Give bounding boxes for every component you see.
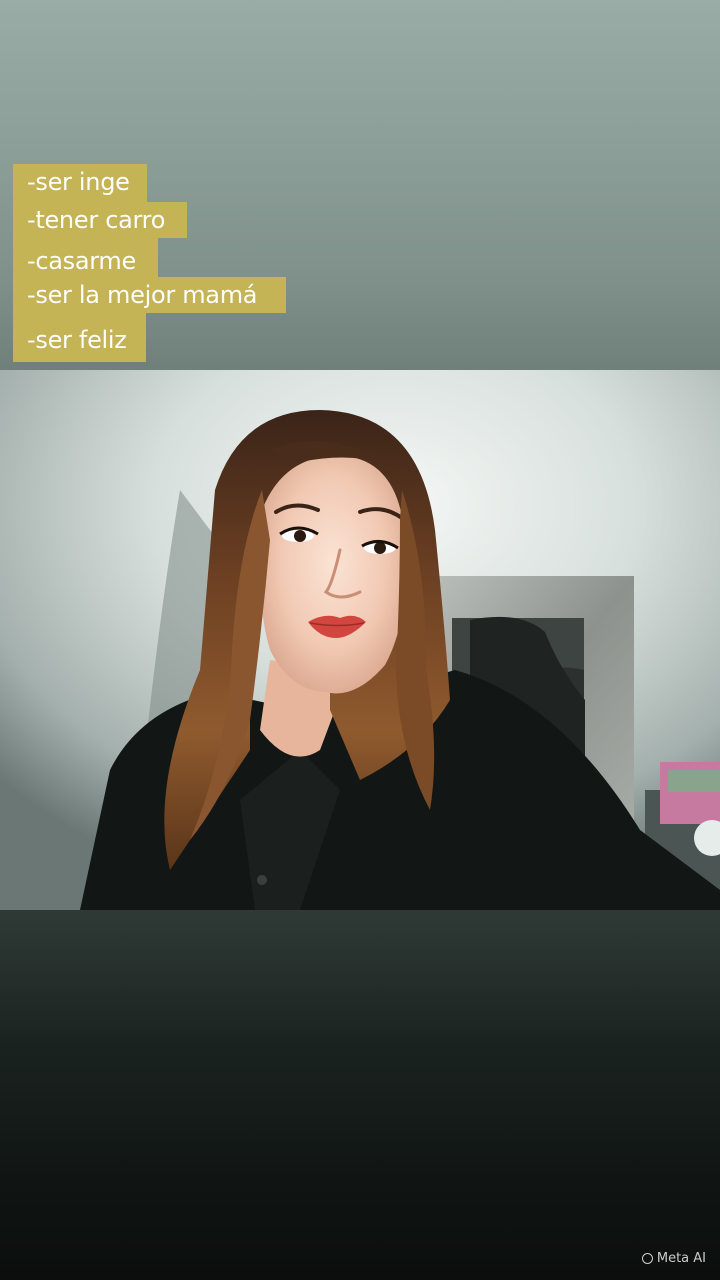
goal-item: -ser feliz [13, 320, 146, 362]
goal-item: -ser la mejor mamá [13, 277, 286, 313]
portrait-illustration [0, 370, 720, 910]
goal-item: -casarme [13, 243, 158, 279]
goal-list-overlay: -ser inge -tener carro -casarme -ser la … [0, 0, 720, 370]
goal-item: -tener carro [13, 202, 187, 238]
story-screen: -ser inge -tener carro -casarme -ser la … [0, 0, 720, 1280]
portrait-photo [0, 370, 720, 910]
meta-ai-watermark: Meta AI [641, 1251, 706, 1266]
meta-ai-ring-icon [641, 1253, 653, 1264]
watermark-label: Meta AI [656, 1251, 706, 1266]
goal-item: -ser inge [13, 164, 147, 200]
